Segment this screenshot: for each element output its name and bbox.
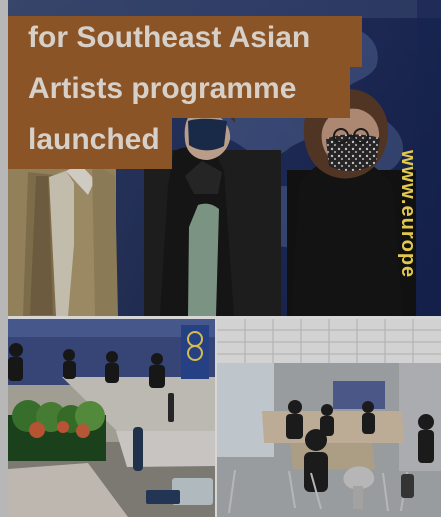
meeting-room-left-illustration [8,319,215,517]
bottom-left-photo [8,319,215,517]
bottom-right-photo [217,319,441,517]
meeting-room-right-illustration [217,319,441,517]
headline-line-2: Artists programme [8,67,350,118]
headline-overlay: for Southeast Asian Artists programme la… [8,8,378,169]
headline-line-3: launched [8,118,172,169]
article-image-frame: www.europe for Southeast Asian Artists p… [0,0,441,517]
backdrop-url: www.europe [397,150,419,279]
headline-line-1: for Southeast Asian [8,16,362,67]
